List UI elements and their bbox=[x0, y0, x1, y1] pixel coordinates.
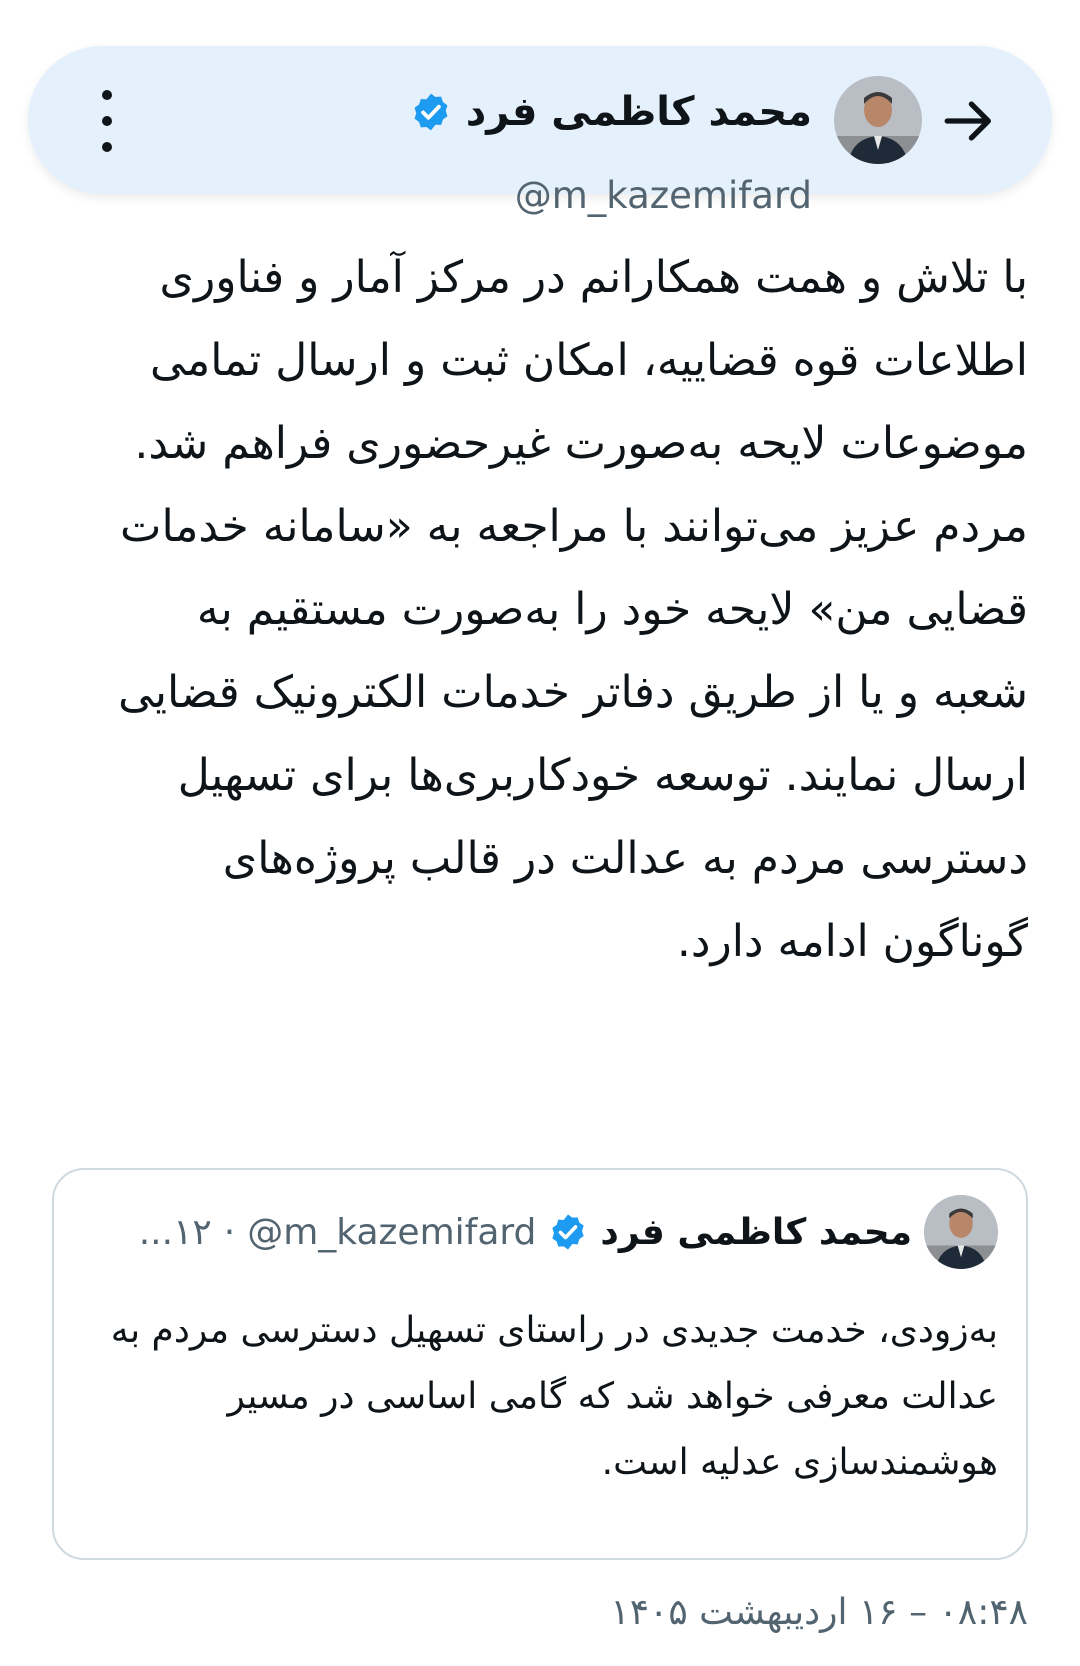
avatar[interactable] bbox=[834, 76, 922, 164]
more-options-button[interactable] bbox=[90, 90, 124, 152]
profile-handle[interactable]: @m_kazemifard bbox=[515, 174, 812, 217]
quoted-time: ۱۲... bbox=[138, 1211, 212, 1253]
verified-badge-icon bbox=[552, 1214, 585, 1250]
avatar-photo bbox=[834, 76, 922, 164]
header-name-row: محمد کاظمی فرد bbox=[410, 86, 812, 138]
profile-header: محمد کاظمی فرد @m_kazemifard bbox=[28, 46, 1052, 217]
quoted-tweet-header: محمد کاظمی فرد @m_kazemifard · ۱۲... bbox=[78, 1194, 998, 1270]
tweet-timestamp[interactable]: ۰۸:۴۸ – ۱۶ اردیبهشت ۱۴۰۵ bbox=[610, 1592, 1028, 1633]
quoted-name: محمد کاظمی فرد bbox=[600, 1211, 912, 1253]
dot-icon bbox=[102, 90, 112, 100]
profile-name[interactable]: محمد کاظمی فرد bbox=[466, 89, 812, 135]
avatar-photo bbox=[924, 1195, 998, 1269]
separator-dot: · bbox=[223, 1211, 236, 1253]
quoted-text: به‌زودی، خدمت جدیدی در راستای تسهیل دستر… bbox=[110, 1310, 998, 1483]
quoted-handle: @m_kazemifard bbox=[247, 1211, 537, 1253]
tweet-text: با تلاش و همت همکارانم در مرکز آمار و فن… bbox=[118, 252, 1028, 967]
back-button[interactable] bbox=[938, 90, 1000, 152]
dot-icon bbox=[102, 142, 112, 152]
quoted-avatar[interactable] bbox=[924, 1195, 998, 1269]
dot-icon bbox=[102, 116, 112, 126]
arrow-right-icon bbox=[944, 101, 991, 141]
tweet-page: محمد کاظمی فرد @m_kazemifard با تلاش و ه… bbox=[0, 0, 1080, 1666]
verified-badge-icon bbox=[414, 93, 448, 131]
quoted-tweet[interactable]: محمد کاظمی فرد @m_kazemifard · ۱۲... به‌… bbox=[52, 1168, 1028, 1560]
